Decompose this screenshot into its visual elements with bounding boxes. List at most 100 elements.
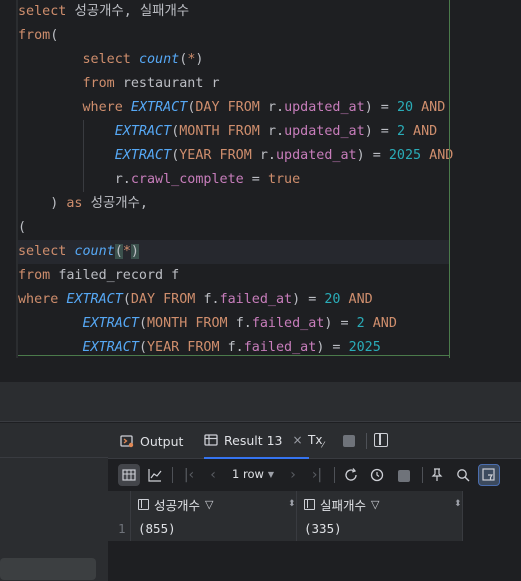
table-cell[interactable]: (335) bbox=[304, 521, 342, 536]
code-token: ) = bbox=[364, 124, 397, 139]
sort-icon[interactable]: ⬍ bbox=[288, 499, 296, 509]
column-header[interactable]: 실패개수 ▽ ⬍ bbox=[304, 491, 462, 517]
code-token: r. bbox=[267, 124, 285, 139]
next-page-icon[interactable]: › bbox=[282, 464, 304, 486]
code-token: failed_at bbox=[251, 316, 325, 331]
table-icon bbox=[204, 434, 218, 446]
tab-result[interactable]: Result 13 × bbox=[204, 423, 309, 459]
code-token: * bbox=[122, 244, 131, 259]
code-token: 2025 bbox=[388, 148, 422, 163]
code-line[interactable]: select count(*) bbox=[18, 48, 204, 72]
code-line[interactable]: ( bbox=[18, 216, 26, 240]
code-token: true bbox=[267, 172, 301, 187]
services-panel-header bbox=[0, 382, 521, 422]
code-line[interactable]: select 성공개수, 실패개수 bbox=[18, 0, 189, 24]
tree-separator bbox=[0, 457, 108, 458]
table-cell[interactable]: (855) bbox=[138, 521, 176, 536]
code-token: DAY FROM bbox=[195, 100, 268, 115]
first-page-icon[interactable]: |‹ bbox=[178, 464, 200, 486]
column-header-label: 성공개수 bbox=[154, 497, 201, 513]
refresh-icon[interactable] bbox=[340, 464, 362, 486]
stop-icon[interactable] bbox=[398, 470, 410, 482]
filter-icon[interactable]: ▽ bbox=[371, 498, 379, 511]
code-token: ) = bbox=[292, 292, 325, 307]
code-token: ) = bbox=[316, 340, 349, 355]
code-token: ) bbox=[130, 244, 139, 259]
layout-icon[interactable] bbox=[374, 433, 388, 447]
code-token: ) = bbox=[356, 148, 389, 163]
last-page-icon[interactable]: ›| bbox=[306, 464, 328, 486]
code-line[interactable]: from restaurant r bbox=[18, 72, 220, 96]
code-token: 20 bbox=[396, 100, 414, 115]
code-line[interactable]: from failed_record f bbox=[18, 264, 179, 288]
code-token: MONTH FROM bbox=[147, 316, 236, 331]
stop-icon[interactable] bbox=[343, 435, 355, 447]
code-token: restaurant r bbox=[122, 76, 220, 91]
row-count-selector[interactable]: 1 row ▼ bbox=[232, 467, 274, 481]
code-line[interactable]: EXTRACT(MONTH FROM r.updated_at) = 2 AND bbox=[18, 120, 438, 144]
code-line[interactable]: EXTRACT(MONTH FROM f.failed_at) = 2 AND bbox=[18, 312, 397, 336]
code-token: count bbox=[74, 244, 115, 259]
tab-output-label: Output bbox=[140, 433, 184, 449]
code-token: updated_at bbox=[284, 100, 365, 115]
history-icon[interactable] bbox=[366, 464, 388, 486]
splitter[interactable] bbox=[0, 358, 521, 382]
code-token: f. bbox=[203, 292, 220, 307]
pin-icon[interactable] bbox=[426, 464, 448, 486]
result-tabs: Output Result 13 × Tx⁄ bbox=[108, 423, 521, 459]
code-line[interactable]: where EXTRACT(DAY FROM f.failed_at) = 20… bbox=[18, 288, 373, 312]
code-token: failed_record f bbox=[58, 268, 180, 283]
code-token: ( bbox=[138, 316, 147, 331]
code-token: EXTRACT bbox=[114, 148, 172, 163]
close-icon[interactable]: × bbox=[293, 433, 303, 447]
code-token: EXTRACT bbox=[82, 316, 139, 331]
code-token: updated_at bbox=[284, 124, 365, 139]
chart-view-icon[interactable] bbox=[144, 464, 166, 486]
code-line[interactable]: ) as 성공개수, bbox=[18, 192, 148, 216]
code-token: AND bbox=[413, 100, 446, 115]
tab-result-label: Result 13 bbox=[224, 432, 283, 448]
filter-icon[interactable]: ▽ bbox=[205, 498, 213, 511]
prev-page-icon[interactable]: ‹ bbox=[202, 464, 224, 486]
code-token: f. bbox=[235, 316, 252, 331]
code-token: r. bbox=[114, 172, 131, 187]
code-token: 2025 bbox=[348, 340, 381, 355]
code-token: from bbox=[18, 268, 59, 283]
code-token: r. bbox=[267, 100, 285, 115]
transaction-mode-button[interactable]: Tx⁄ bbox=[308, 433, 324, 449]
code-token: AND bbox=[405, 124, 438, 139]
code-token: select bbox=[18, 4, 75, 19]
code-token: ) = bbox=[364, 100, 397, 115]
code-token: ( bbox=[50, 28, 59, 43]
code-token: ) = bbox=[324, 316, 357, 331]
code-token: 2 bbox=[396, 124, 405, 139]
column-header-label: 실패개수 bbox=[320, 497, 367, 513]
chevron-down-icon: ▼ bbox=[267, 469, 275, 479]
tab-output[interactable]: Output bbox=[120, 423, 183, 459]
code-token: MONTH FROM bbox=[179, 124, 268, 139]
code-token: ( bbox=[138, 340, 147, 355]
code-token: ( bbox=[122, 292, 131, 307]
search-icon[interactable] bbox=[452, 464, 474, 486]
sql-editor[interactable]: select 성공개수, 실패개수 from( select count(*) f… bbox=[0, 0, 521, 358]
code-token: select bbox=[18, 244, 75, 259]
code-line[interactable]: select count(*) bbox=[18, 240, 450, 264]
table-view-icon[interactable] bbox=[118, 464, 140, 486]
toolbar-separator bbox=[422, 467, 423, 483]
code-line[interactable]: r.crawl_complete = true bbox=[18, 168, 300, 192]
sort-icon[interactable]: ⬍ bbox=[454, 499, 462, 509]
code-line[interactable]: where EXTRACT(DAY FROM r.updated_at) = 2… bbox=[18, 96, 446, 120]
code-token: EXTRACT bbox=[114, 124, 172, 139]
code-line[interactable]: from( bbox=[18, 24, 58, 48]
tree-item[interactable] bbox=[0, 558, 96, 580]
filter-icon[interactable] bbox=[478, 464, 500, 486]
column-header[interactable]: 성공개수 ▽ ⬍ bbox=[138, 491, 296, 517]
code-token: r. bbox=[259, 148, 276, 163]
code-token: YEAR FROM bbox=[179, 148, 260, 163]
